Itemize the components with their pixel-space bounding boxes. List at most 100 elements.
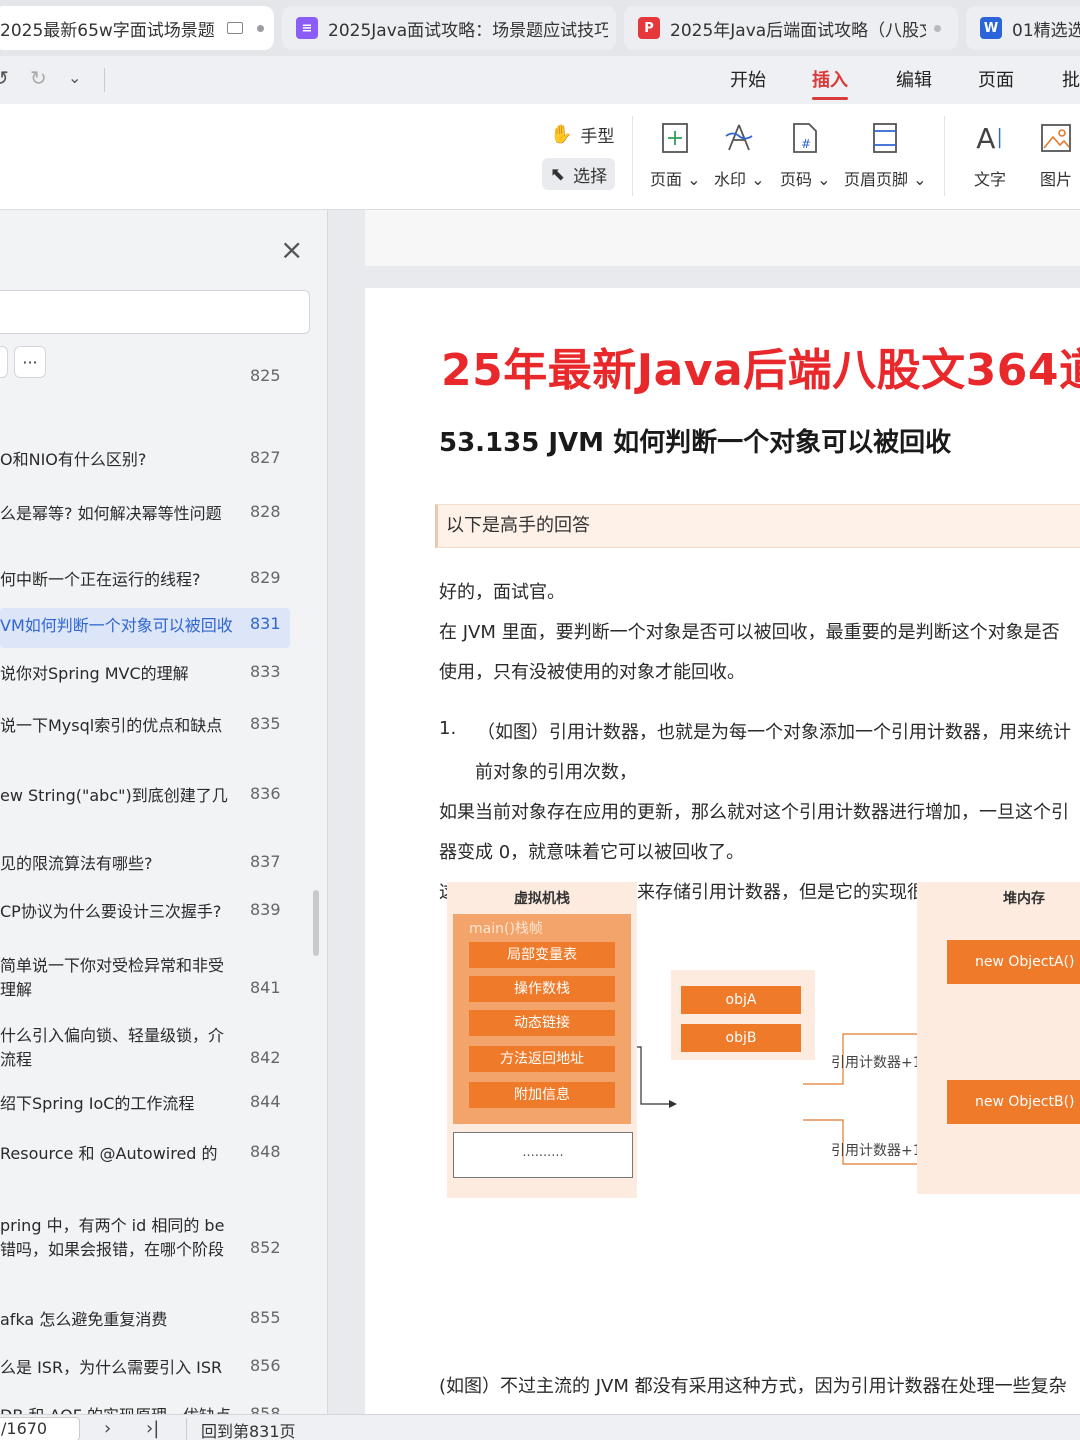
- frame-slot: 局部变量表: [469, 942, 615, 968]
- outline-item[interactable]: 说一下Mysql索引的优点和缺点 835: [0, 708, 290, 748]
- header-footer-icon: [865, 118, 905, 158]
- pdf-icon: P: [638, 17, 660, 39]
- tab-label: 2025最新65w字面试场景题: [0, 20, 215, 41]
- watermark-button[interactable]: 水印 ⌄: [714, 118, 765, 190]
- outline-item[interactable]: CP协议为什么要设计三次握手? 839: [0, 894, 290, 934]
- outline-item-title: Resource 和 @Autowired 的: [0, 1144, 218, 1163]
- list-item: 前对象的引用次数，: [475, 762, 637, 783]
- next-page-icon[interactable]: ›: [104, 1418, 111, 1439]
- back-to-page-button[interactable]: 回到第831页: [186, 1418, 296, 1440]
- heap-object-a: new ObjectA(): [947, 940, 1080, 984]
- outline-item-page: 829: [250, 568, 281, 587]
- outline-sidebar: × ··· 825 O和NIO有什么区别? 827 么是幂等? 如何解决幂等性问题 82…: [0, 210, 328, 1414]
- outline-search-input[interactable]: [0, 290, 310, 334]
- tab-label: 01精选选: [1012, 20, 1080, 41]
- select-label: 选择: [573, 166, 608, 187]
- outline-item[interactable]: O和NIO有什么区别? 827: [0, 442, 290, 482]
- last-page-icon[interactable]: ›|: [146, 1418, 159, 1439]
- outline-item-title: 何中断一个正在运行的线程?: [0, 570, 201, 589]
- menu-edit[interactable]: 编辑: [896, 66, 932, 92]
- outline-item[interactable]: 什么引入偏向锁、轻量级锁，介 流程 842: [0, 1018, 290, 1074]
- menu-start[interactable]: 开始: [730, 66, 766, 92]
- frame-slot: 附加信息: [469, 1082, 615, 1108]
- tab-java-backend[interactable]: P 2025年Java后端面试攻略（八股文: [624, 6, 958, 50]
- menu-batch[interactable]: 批: [1062, 66, 1080, 92]
- tab-selected[interactable]: W 01精选选: [966, 6, 1080, 50]
- close-icon[interactable]: ×: [280, 236, 303, 264]
- outline-item[interactable]: 么是 ISR，为什么需要引入 ISR 856: [0, 1350, 290, 1390]
- redo-icon[interactable]: ↻: [30, 66, 47, 90]
- page-number-field[interactable]: /1670: [0, 1417, 80, 1440]
- undo-icon[interactable]: ↺: [0, 66, 9, 90]
- outline-item[interactable]: 何中断一个正在运行的线程? 829: [0, 562, 290, 602]
- menu-bar: ↺ ↻ ⌄ 开始 插入 编辑 页面 批: [0, 56, 1080, 104]
- frame-slot: 动态链接: [469, 1010, 615, 1036]
- divider: [944, 116, 945, 196]
- image-icon: [1036, 118, 1076, 158]
- monitor-icon: [226, 22, 243, 34]
- text-icon: AI: [976, 121, 1004, 155]
- tab-65w-interview[interactable]: 2025最新65w字面试场景题: [0, 6, 274, 50]
- outline-item[interactable]: 见的限流算法有哪些? 837: [0, 846, 290, 886]
- outline-item[interactable]: 说你对Spring MVC的理解 833: [0, 656, 290, 696]
- text-label: 文字: [973, 170, 1006, 189]
- menu-insert[interactable]: 插入: [812, 66, 848, 100]
- menu-page[interactable]: 页面: [978, 66, 1014, 92]
- vm-stack-box: 虚拟机栈 main()栈帧 局部变量表 操作数栈 动态链接 方法返回地址 附加信…: [447, 882, 637, 1198]
- outline-item-title: 么是幂等? 如何解决幂等性问题: [0, 504, 222, 523]
- outline-item-page: 855: [250, 1308, 281, 1327]
- tab-label: 2025Java面试攻略：场景题应试技巧: [328, 20, 608, 41]
- outline-item[interactable]: 绍下Spring IoC的工作流程 844: [0, 1086, 290, 1126]
- page-number-button[interactable]: # 页码 ⌄: [780, 118, 831, 190]
- outline-item-page: 842: [250, 1048, 281, 1067]
- paragraph: 器变成 0，就意味着它可以被回收了。: [439, 842, 745, 863]
- document-viewport[interactable]: 25年最新Java后端八股文364道 53.135 JVM 如何判断一个对象可以…: [329, 210, 1080, 1414]
- outline-option-button[interactable]: [0, 346, 8, 378]
- outline-item-title: ew String("abc")到底创建了几: [0, 786, 228, 805]
- section-heading: 53.135 JVM 如何判断一个对象可以被回收: [439, 428, 952, 458]
- outline-item[interactable]: pring 中，有两个 id 相同的 be 错吗，如果会报错，在哪个阶段 852: [0, 1208, 290, 1264]
- outline-item[interactable]: 825: [0, 366, 290, 420]
- outline-item-current[interactable]: VM如何判断一个对象可以被回收 831: [0, 608, 290, 648]
- hand-tool-button[interactable]: ✋ 手型: [542, 118, 622, 150]
- watermark-icon: [719, 118, 759, 158]
- more-frames: ..........: [453, 1132, 633, 1178]
- insert-page-button[interactable]: 页面 ⌄: [650, 118, 701, 190]
- header-footer-label: 页眉页脚: [844, 170, 909, 189]
- document-title: 25年最新Java后端八股文364道: [441, 345, 1080, 396]
- frame-label: main()栈帧: [469, 921, 543, 937]
- outline-item[interactable]: DB 和 AOF 的实现原理、优缺点 858: [0, 1398, 290, 1414]
- outline-item-title: 见的限流算法有哪些?: [0, 854, 153, 873]
- heap-object-b: new ObjectB(): [947, 1080, 1080, 1124]
- list-item: （如图）引用计数器，也就是为每一个对象添加一个引用计数器，用来统计: [477, 722, 1071, 743]
- insert-text-button[interactable]: AI 文字: [970, 118, 1010, 190]
- counter-label: 引用计数器+1: [831, 1143, 922, 1159]
- frame-slot: 方法返回地址: [469, 1046, 615, 1072]
- watermark-label: 水印: [714, 170, 747, 189]
- outline-item[interactable]: 简单说一下你对受检异常和非受 理解 841: [0, 948, 290, 1004]
- page-number-icon: #: [785, 118, 825, 158]
- outline-item[interactable]: 么是幂等? 如何解决幂等性问题 828: [0, 496, 290, 536]
- outline-item-title: afka 怎么避免重复消费: [0, 1310, 168, 1329]
- insert-image-button[interactable]: 图片: [1036, 118, 1076, 190]
- unsaved-dot-icon: [256, 24, 264, 32]
- outline-item[interactable]: afka 怎么避免重复消费 855: [0, 1302, 290, 1342]
- outline-item[interactable]: Resource 和 @Autowired 的 848: [0, 1136, 290, 1176]
- chevron-down-icon[interactable]: ⌄: [68, 68, 81, 87]
- heap-title: 堆内存: [1003, 891, 1045, 907]
- sidebar-scrollbar[interactable]: [313, 890, 319, 956]
- svg-text:#: #: [801, 137, 811, 151]
- select-tool-button[interactable]: ⬉ 选择: [542, 158, 616, 190]
- tab-java-scenario[interactable]: ≡ 2025Java面试攻略：场景题应试技巧: [282, 6, 616, 50]
- outline-item-page: 828: [250, 502, 281, 521]
- vm-stack-title: 虚拟机栈: [514, 891, 570, 907]
- outline-item-page: 841: [250, 978, 281, 997]
- word-icon: W: [980, 17, 1002, 39]
- hand-label: 手型: [580, 126, 615, 147]
- header-footer-button[interactable]: 页眉页脚 ⌄: [844, 118, 927, 190]
- outline-item-title: DB 和 AOF 的实现原理、优缺点: [0, 1404, 244, 1414]
- outline-item[interactable]: ew String("abc")到底创建了几 836: [0, 778, 290, 818]
- outline-item-title: 绍下Spring IoC的工作流程: [0, 1094, 195, 1113]
- unsaved-dot-icon: [934, 24, 941, 32]
- more-options-button[interactable]: ···: [14, 346, 46, 378]
